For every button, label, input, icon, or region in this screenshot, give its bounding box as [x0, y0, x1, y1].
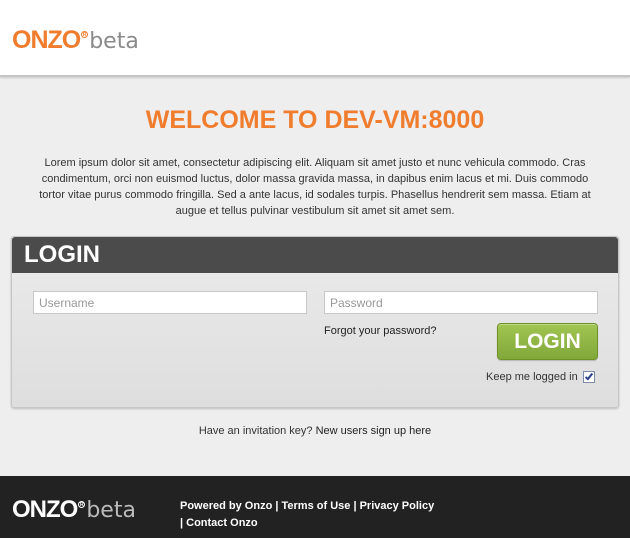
signup-link[interactable]: New users sign up here — [316, 425, 432, 437]
contact-onzo-link[interactable]: Contact Onzo — [186, 517, 258, 529]
onzo-beta-logo[interactable]: ONZO R beta — [12, 26, 139, 55]
checkmark-icon — [584, 371, 593, 381]
keep-logged-in-row[interactable]: Keep me logged in — [486, 371, 595, 383]
invitation-prompt: Have an invitation key? — [198, 425, 313, 437]
terms-of-use-link[interactable]: Terms of Use — [282, 500, 351, 512]
logo-beta-text: beta — [89, 29, 139, 54]
footer-separator: | — [275, 500, 279, 512]
username-input[interactable] — [33, 291, 307, 314]
login-panel-header: LOGIN — [12, 237, 618, 273]
welcome-title: WELCOME TO DEV-VM:8000 — [145, 106, 485, 134]
login-panel-title: LOGIN — [24, 241, 100, 268]
header: ONZO R beta — [0, 0, 630, 77]
password-input[interactable] — [324, 291, 598, 314]
intro-paragraph: Lorem ipsum dolor sit amet, consectetur … — [39, 157, 591, 217]
registered-mark-icon: R — [81, 31, 89, 38]
login-panel: LOGIN Forgot your password? LOGIN Keep m… — [11, 236, 619, 408]
keep-logged-in-label: Keep me logged in — [486, 371, 578, 383]
login-button[interactable]: LOGIN — [497, 323, 598, 360]
forgot-password-link[interactable]: Forgot your password? — [324, 325, 437, 337]
footer-separator: | — [180, 517, 184, 529]
privacy-policy-link[interactable]: Privacy Policy — [360, 500, 435, 512]
invitation-row: Have an invitation key? New users sign u… — [0, 425, 630, 437]
footer-onzo-beta-logo[interactable]: ONZO R beta — [12, 496, 136, 524]
footer-logo-beta-text: beta — [86, 498, 136, 523]
footer-separator: | — [353, 500, 357, 512]
footer-links: Powered by Onzo | Terms of Use | Privacy… — [180, 498, 480, 532]
footer-registered-mark-icon: R — [78, 501, 86, 508]
footer: ONZO R beta Powered by Onzo | Terms of U… — [0, 476, 630, 538]
keep-logged-in-checkbox[interactable] — [582, 371, 595, 383]
footer-logo-brand-text: ONZO — [12, 496, 78, 523]
powered-by-text: Powered by Onzo — [180, 500, 273, 512]
logo-brand-text: ONZO — [12, 26, 81, 54]
